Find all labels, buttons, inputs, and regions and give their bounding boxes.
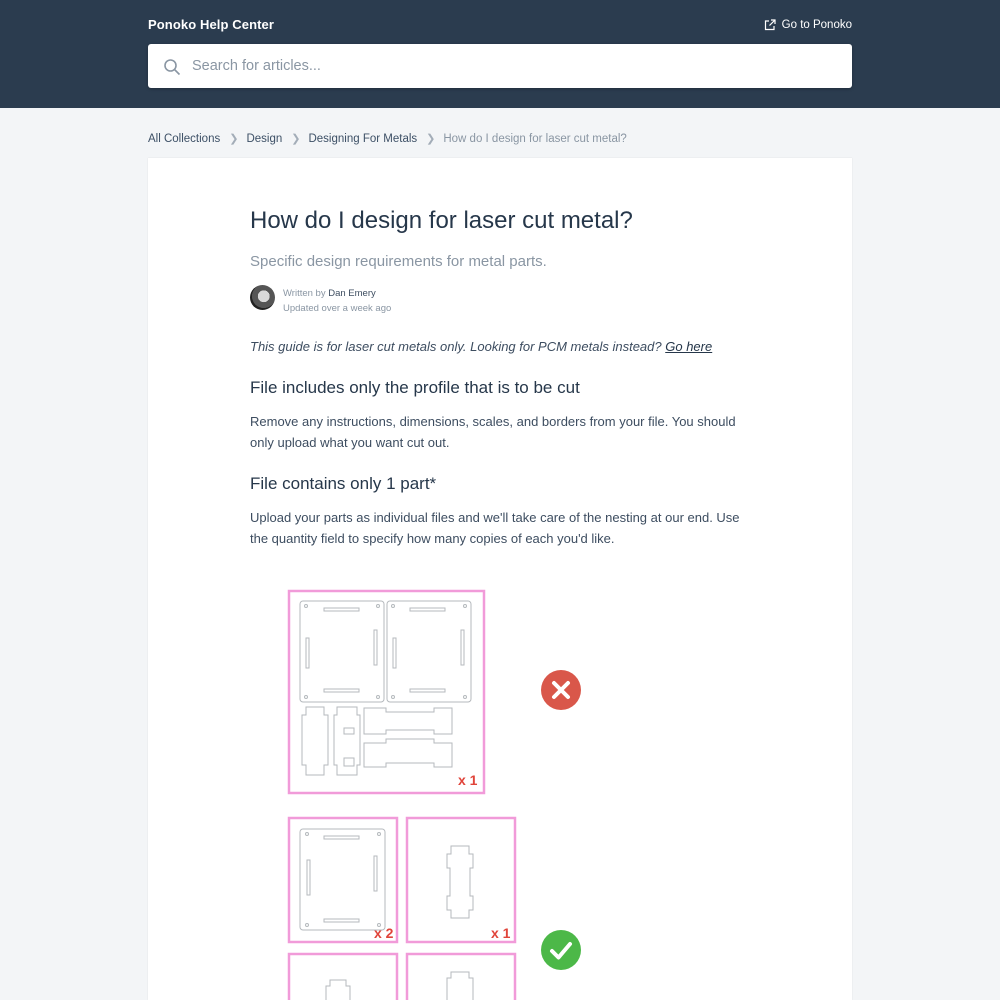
chevron-right-icon: ❯	[426, 133, 436, 145]
right-file-frame-3	[287, 952, 399, 1000]
right-file-frame-1	[287, 816, 399, 944]
search-input[interactable]	[192, 44, 832, 88]
right-file-frame-2	[405, 816, 517, 944]
chevron-right-icon: ❯	[291, 133, 301, 145]
wrong-quantity-label: x 1	[458, 772, 478, 788]
right-quantity-label-2: x 1	[491, 925, 511, 941]
cross-icon	[541, 670, 581, 710]
right-quantity-label-1: x 2	[374, 925, 394, 941]
nesting-illustration	[287, 589, 517, 1000]
breadcrumb-current: How do I design for laser cut metal?	[443, 132, 627, 145]
breadcrumb: All Collections ❯ Design ❯ Designing For…	[148, 132, 627, 146]
search-bar[interactable]	[148, 44, 852, 88]
chevron-right-icon: ❯	[229, 133, 239, 145]
go-to-ponoko-link[interactable]: Go to Ponoko	[764, 19, 852, 31]
breadcrumb-all-collections[interactable]: All Collections	[148, 133, 220, 145]
check-icon	[541, 930, 581, 970]
search-icon	[164, 59, 181, 76]
go-to-ponoko-label: Go to Ponoko	[781, 19, 852, 31]
site-header: Ponoko Help Center Go to Ponoko	[0, 0, 1000, 108]
breadcrumb-design[interactable]: Design	[246, 133, 282, 145]
right-file-frame-4	[405, 952, 517, 1000]
breadcrumb-designing-for-metals[interactable]: Designing For Metals	[308, 133, 417, 145]
external-edit-icon	[764, 19, 776, 31]
help-center-brand[interactable]: Ponoko Help Center	[148, 17, 274, 32]
article-card: How do I design for laser cut metal? Spe…	[148, 158, 852, 1000]
